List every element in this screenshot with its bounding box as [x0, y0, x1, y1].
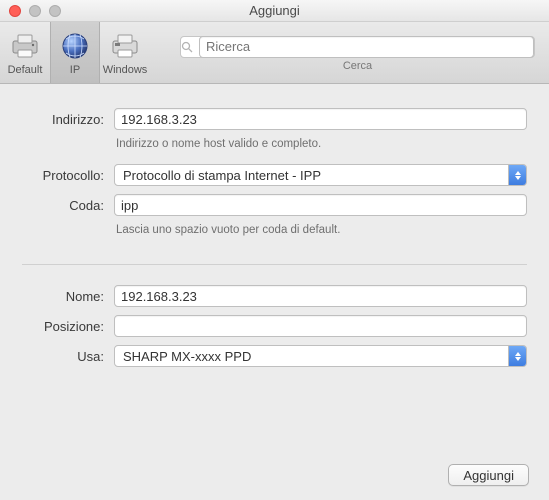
- globe-ip-icon: [59, 30, 91, 62]
- search-field[interactable]: [180, 36, 535, 58]
- queue-input[interactable]: [114, 194, 527, 216]
- toolbar-label-windows: Windows: [103, 64, 148, 76]
- toolbar-tab-windows[interactable]: Windows: [100, 22, 150, 83]
- footer: Aggiungi: [448, 464, 529, 486]
- use-select[interactable]: SHARP MX-xxxx PPD: [114, 345, 527, 367]
- location-label: Posizione:: [22, 319, 114, 334]
- connection-group: Indirizzo: Indirizzo o nome host valido …: [22, 98, 527, 256]
- protocol-value: Protocollo di stampa Internet - IPP: [123, 168, 321, 183]
- toolbar: Default IP: [0, 22, 549, 84]
- printer-default-icon: [9, 30, 41, 62]
- name-input[interactable]: [114, 285, 527, 307]
- search-caption: Cerca: [180, 60, 535, 72]
- queue-label: Coda:: [22, 198, 114, 213]
- address-hint: Indirizzo o nome host valido e completo.: [114, 138, 321, 150]
- protocol-label: Protocollo:: [22, 168, 114, 183]
- content-area: Indirizzo: Indirizzo o nome host valido …: [0, 84, 549, 393]
- divider: [22, 264, 527, 265]
- use-value: SHARP MX-xxxx PPD: [123, 349, 251, 364]
- printer-info-group: Nome: Posizione: Usa: SHARP MX-xxxx PPD: [22, 285, 527, 393]
- chevron-updown-icon: [508, 165, 526, 185]
- add-button[interactable]: Aggiungi: [448, 464, 529, 486]
- toolbar-tab-default[interactable]: Default: [0, 22, 50, 83]
- use-label: Usa:: [22, 349, 114, 364]
- toolbar-label-default: Default: [8, 64, 43, 76]
- protocol-select[interactable]: Protocollo di stampa Internet - IPP: [114, 164, 527, 186]
- queue-hint: Lascia uno spazio vuoto per coda di defa…: [114, 224, 340, 236]
- search-input[interactable]: [199, 36, 534, 58]
- search-icon: [181, 41, 193, 53]
- name-label: Nome:: [22, 289, 114, 304]
- window-title: Aggiungi: [0, 3, 549, 18]
- printer-windows-icon: [109, 30, 141, 62]
- title-bar: Aggiungi: [0, 0, 549, 22]
- chevron-updown-icon: [508, 346, 526, 366]
- location-input[interactable]: [114, 315, 527, 337]
- address-label: Indirizzo:: [22, 112, 114, 127]
- address-input[interactable]: [114, 108, 527, 130]
- toolbar-tab-ip[interactable]: IP: [50, 22, 100, 83]
- toolbar-label-ip: IP: [70, 64, 80, 76]
